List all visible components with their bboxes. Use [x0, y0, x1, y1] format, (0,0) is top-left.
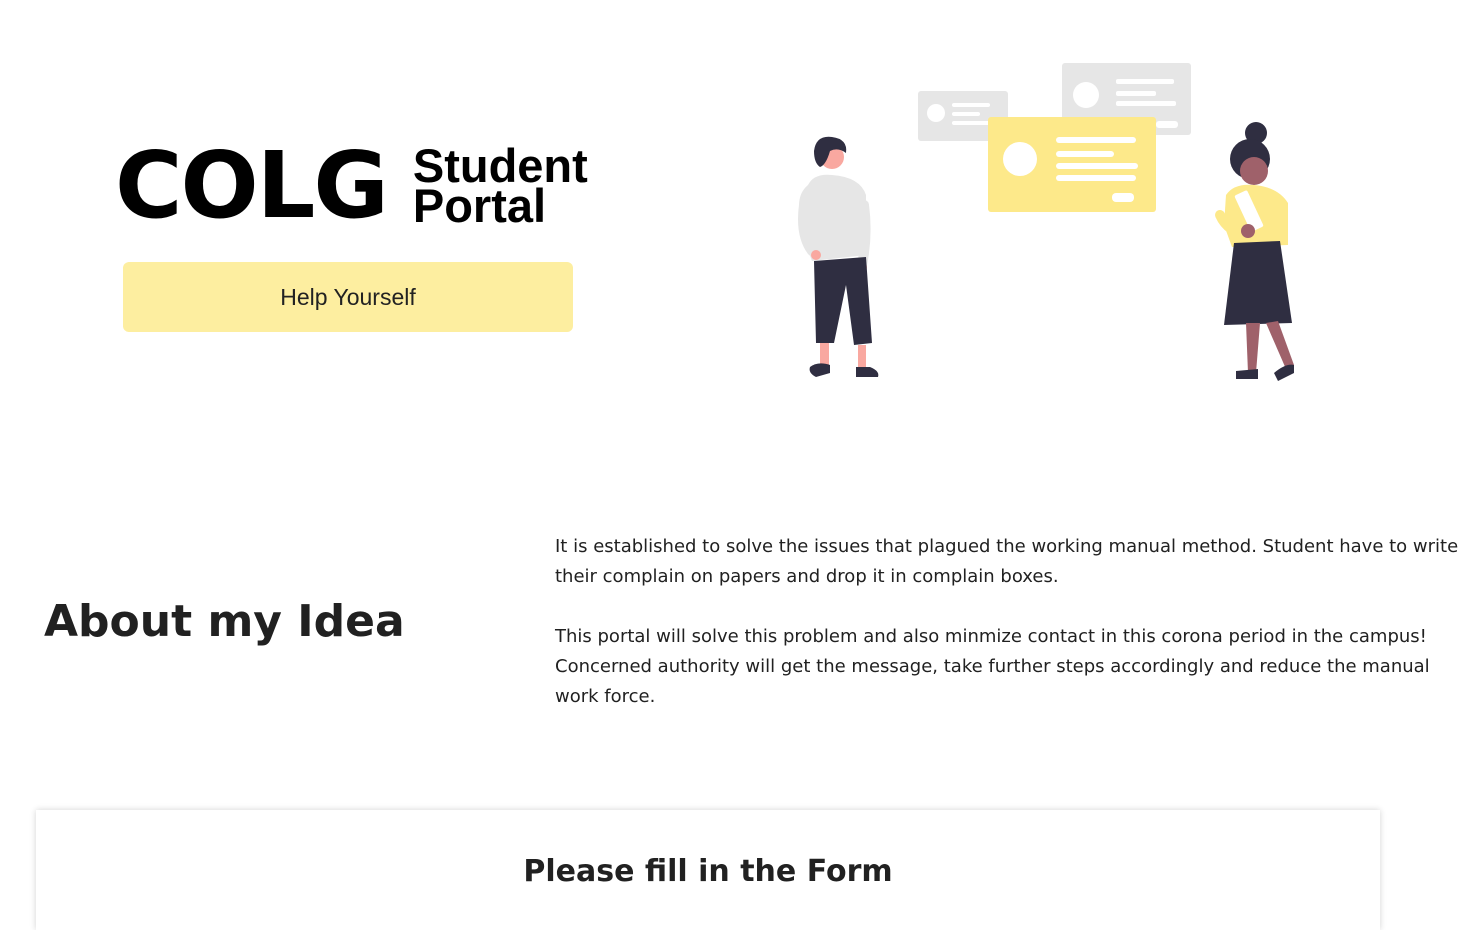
form-title: Please fill in the Form [523, 854, 893, 889]
brand-logo: COLG Student Portal [115, 140, 588, 232]
about-paragraph-1: It is established to solve the issues th… [555, 536, 1459, 587]
form-card: Please fill in the Form [36, 810, 1380, 930]
man-figure [798, 136, 879, 377]
brand-subtitle-line2: Portal [412, 179, 547, 232]
help-yourself-button[interactable]: Help Yourself [123, 262, 573, 332]
people-messaging-illustration [798, 63, 1294, 381]
message-card-yellow [988, 117, 1156, 212]
woman-figure [1215, 122, 1294, 381]
brand-title: COLG [115, 132, 389, 239]
about-description: It is established to solve the issues th… [555, 532, 1475, 742]
about-paragraph-2: This portal will solve this problem and … [555, 626, 1430, 707]
about-heading: About my Idea [44, 596, 405, 647]
brand-subtitle: Student Portal [412, 142, 588, 232]
